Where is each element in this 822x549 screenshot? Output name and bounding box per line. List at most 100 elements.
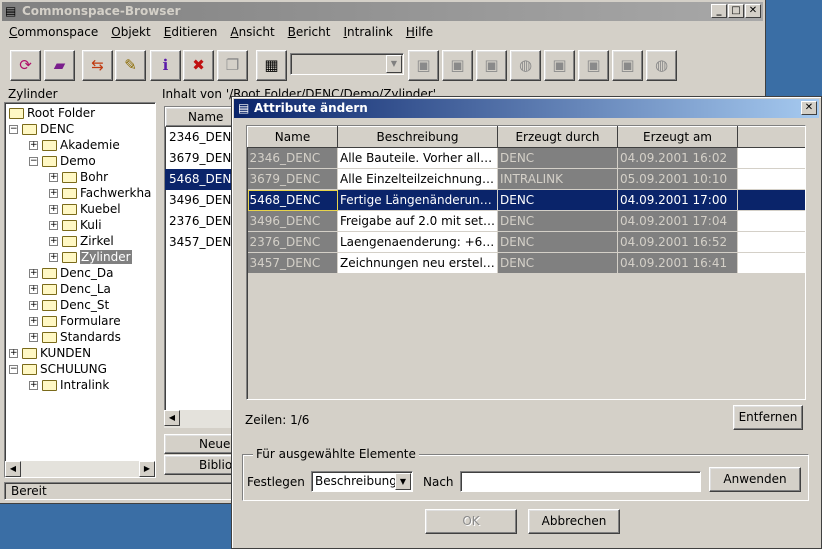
cell-erzeugt-am[interactable]: 04.09.2001 16:41 <box>617 252 738 274</box>
cell-name[interactable]: 3496_DENC <box>247 210 338 232</box>
workspace-world-icon[interactable]: ◍ <box>646 50 677 81</box>
menu-editieren[interactable]: Editieren <box>157 22 224 40</box>
content-row[interactable]: 3496_DENC <box>165 190 233 211</box>
expand-icon[interactable]: + <box>9 349 18 358</box>
workspace-add-icon[interactable]: ▣ <box>442 50 473 81</box>
expand-icon[interactable]: + <box>49 237 58 246</box>
cell-erzeugt-am[interactable]: 04.09.2001 17:04 <box>617 210 738 232</box>
column-header-erzeugt-am[interactable]: Erzeugt am <box>617 126 738 148</box>
attribute-row[interactable]: 2376_DENC Laengenaenderung: +60... DENC 04.… <box>247 231 805 253</box>
tree-horizontal-scrollbar[interactable]: ◀ ▶ <box>5 461 155 477</box>
tree-node[interactable]: + Formulare <box>29 313 121 329</box>
cell-erzeugt-am[interactable]: 05.09.2001 10:10 <box>617 168 738 190</box>
tree-node[interactable]: + Akademie <box>29 137 120 153</box>
attribute-select[interactable]: Beschreibung ▼ <box>311 471 413 492</box>
tree-node[interactable]: + Intralink <box>29 377 109 393</box>
cell-beschreibung[interactable]: Alle Einzelteilzeichnungen ... <box>337 168 498 190</box>
menu-hilfe[interactable]: Hilfe <box>399 22 439 40</box>
content-horizontal-scrollbar[interactable]: ◀ <box>164 410 234 428</box>
attribute-row[interactable]: 3496_DENC Freigabe auf 2.0 mit setze... DE… <box>247 210 805 232</box>
menu-commonspace[interactable]: Commonspace <box>2 22 104 40</box>
info-icon[interactable]: ℹ <box>150 50 181 81</box>
cell-erzeugt-durch[interactable]: DENC <box>497 231 618 253</box>
tree-node[interactable]: + Kuebel <box>49 201 121 217</box>
cell-name[interactable]: 3457_DENC <box>247 252 338 274</box>
chevron-down-icon[interactable]: ▼ <box>386 55 402 73</box>
scroll-right-icon[interactable]: ▶ <box>139 461 155 477</box>
expand-icon[interactable]: + <box>29 381 38 390</box>
expand-icon[interactable]: + <box>29 301 38 310</box>
cell-beschreibung[interactable]: Alle Bauteile. Vorher alle M... <box>337 147 498 169</box>
books-icon[interactable]: ▰ <box>44 50 75 81</box>
cell-erzeugt-durch[interactable]: DENC <box>497 189 618 211</box>
abbrechen-button[interactable]: Abbrechen <box>528 509 620 534</box>
tree-node[interactable]: + Standards <box>29 329 121 345</box>
expand-icon[interactable]: + <box>49 253 58 262</box>
nach-input[interactable] <box>460 471 701 492</box>
content-column-header[interactable]: Name <box>165 107 233 127</box>
cell-name[interactable]: 5468_DENC <box>247 189 338 211</box>
workspace-export-icon[interactable]: ▣ <box>578 50 609 81</box>
tree-node[interactable]: − SCHULUNG <box>9 361 107 377</box>
attribute-row[interactable]: 3679_DENC Alle Einzelteilzeichnungen ... I… <box>247 168 805 190</box>
cell-erzeugt-durch[interactable]: INTRALINK <box>497 168 618 190</box>
cell-beschreibung[interactable]: Laengenaenderung: +60... <box>337 231 498 253</box>
column-header-beschreibung[interactable]: Beschreibung <box>337 126 498 148</box>
minimize-button[interactable]: _ <box>711 4 727 18</box>
dialog-close-icon[interactable]: ✕ <box>801 101 817 115</box>
neues-button[interactable]: Neues <box>164 434 234 454</box>
tree-node[interactable]: + Zylinder <box>49 249 132 265</box>
collapse-icon[interactable]: − <box>29 157 38 166</box>
tree-node[interactable]: + Bohr <box>49 169 108 185</box>
attribute-row[interactable]: 5468_DENC Fertige Längenänderung d... DENC… <box>247 189 805 211</box>
ok-button[interactable]: OK <box>425 509 517 534</box>
tree-node[interactable]: Root Folder <box>9 105 95 121</box>
entfernen-button[interactable]: Entfernen <box>733 405 803 430</box>
tree-node[interactable]: + Denc_St <box>29 297 109 313</box>
menu-intralink[interactable]: Intralink <box>336 22 398 40</box>
tree-node[interactable]: + KUNDEN <box>9 345 91 361</box>
tree-node[interactable]: + Fachwerkha <box>49 185 151 201</box>
tree-node[interactable]: − Demo <box>29 153 96 169</box>
expand-icon[interactable]: + <box>29 317 38 326</box>
cell-erzeugt-durch[interactable]: DENC <box>497 252 618 274</box>
copy-icon[interactable]: ❐ <box>217 50 248 81</box>
anwenden-button[interactable]: Anwenden <box>709 467 801 492</box>
menu-ansicht[interactable]: Ansicht <box>223 22 280 40</box>
cell-erzeugt-durch[interactable]: DENC <box>497 147 618 169</box>
cell-erzeugt-durch[interactable]: DENC <box>497 210 618 232</box>
cell-beschreibung[interactable]: Freigabe auf 2.0 mit setze... <box>337 210 498 232</box>
expand-icon[interactable]: + <box>49 173 58 182</box>
collapse-icon[interactable]: − <box>9 365 18 374</box>
expand-icon[interactable]: + <box>29 141 38 150</box>
expand-icon[interactable]: + <box>29 269 38 278</box>
expand-icon[interactable]: + <box>49 205 58 214</box>
delete-icon[interactable]: ✖ <box>183 50 214 81</box>
menu-bericht[interactable]: Bericht <box>281 22 337 40</box>
tree-node[interactable]: − DENC <box>9 121 74 137</box>
expand-icon[interactable]: + <box>29 333 38 342</box>
cell-erzeugt-am[interactable]: 04.09.2001 17:00 <box>617 189 738 211</box>
bibliothek-button[interactable]: Biblio <box>164 455 234 475</box>
chevron-down-icon[interactable]: ▼ <box>395 473 411 490</box>
expand-icon[interactable]: + <box>49 189 58 198</box>
cell-beschreibung[interactable]: Zeichnungen neu erstellt. ... <box>337 252 498 274</box>
column-header-name[interactable]: Name <box>247 126 338 148</box>
content-row[interactable]: 3679_DENC <box>165 148 233 169</box>
attribute-row[interactable]: 2346_DENC Alle Bauteile. Vorher alle M...… <box>247 147 805 169</box>
workspace-icon[interactable]: ▣ <box>408 50 439 81</box>
collapse-icon[interactable]: − <box>9 125 18 134</box>
workspace-link-icon[interactable]: ▣ <box>544 50 575 81</box>
expand-icon[interactable]: + <box>29 285 38 294</box>
cell-name[interactable]: 2376_DENC <box>247 231 338 253</box>
workspace-move-icon[interactable]: ▣ <box>476 50 507 81</box>
menu-objekt[interactable]: Objekt <box>104 22 156 40</box>
maximize-button[interactable]: □ <box>728 4 744 18</box>
cell-name[interactable]: 2346_DENC <box>247 147 338 169</box>
cell-beschreibung[interactable]: Fertige Längenänderung d... <box>337 189 498 211</box>
tree-node[interactable]: + Zirkel <box>49 233 114 249</box>
expand-icon[interactable]: + <box>49 221 58 230</box>
content-row[interactable]: 5468_DENC <box>165 169 233 190</box>
cell-erzeugt-am[interactable]: 04.09.2001 16:52 <box>617 231 738 253</box>
edit-icon[interactable]: ✎ <box>115 50 146 81</box>
